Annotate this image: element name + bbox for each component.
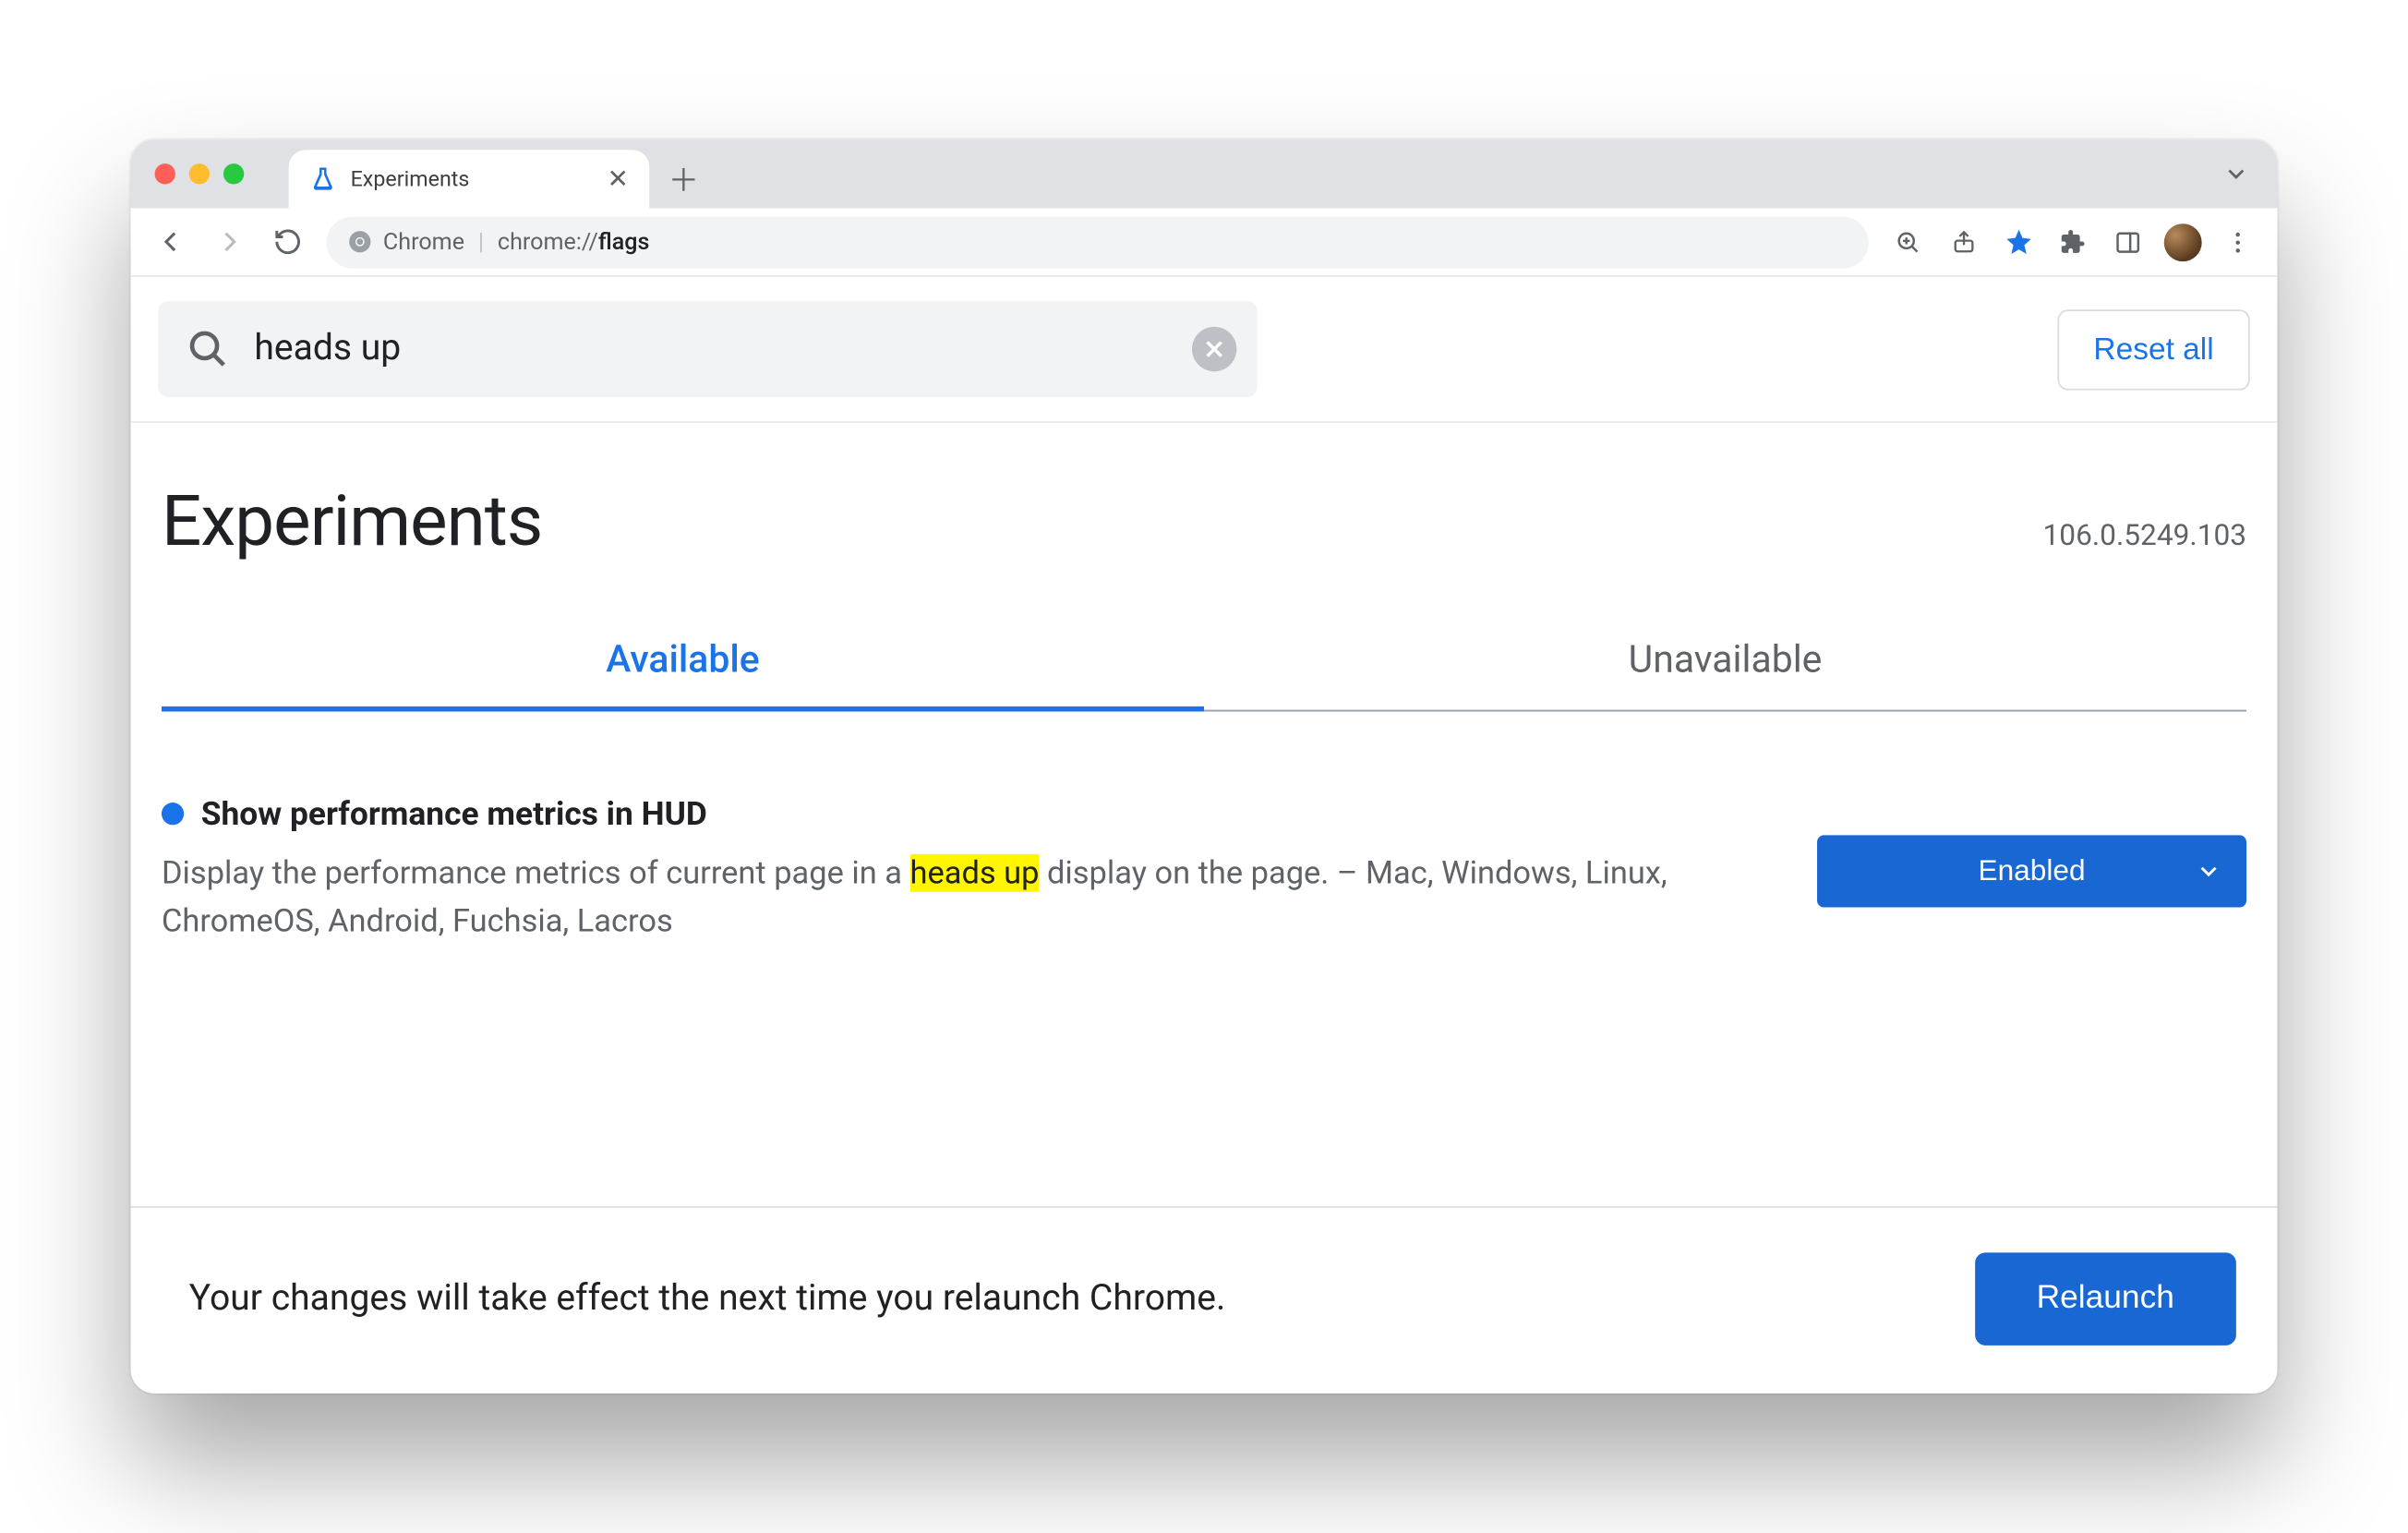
tab-close-icon[interactable]: ✕ — [604, 163, 632, 195]
tab-available[interactable]: Available — [162, 639, 1204, 711]
extensions-icon[interactable] — [2047, 216, 2099, 268]
page-title: Experiments — [162, 481, 542, 563]
flag-description: Display the performance metrics of curre… — [162, 851, 1749, 946]
search-row: Reset all — [131, 277, 2278, 423]
chevron-down-icon — [2195, 858, 2222, 886]
status-dot-icon — [162, 803, 184, 825]
flag-row: Show performance metrics in HUD Display … — [162, 794, 2246, 947]
flag-state-value: Enabled — [1978, 854, 2085, 888]
bookmark-star-icon[interactable] — [1993, 216, 2044, 268]
new-tab-button[interactable]: ＋ — [659, 155, 707, 203]
filter-tabs: Available Unavailable — [162, 639, 2246, 711]
chrome-version: 106.0.5249.103 — [2043, 519, 2246, 553]
url-scheme: chrome:// — [498, 228, 598, 256]
side-panel-icon[interactable] — [2102, 216, 2154, 268]
url-origin-label: Chrome — [383, 228, 464, 256]
nav-reload-button[interactable] — [261, 216, 313, 268]
flag-desc-highlight: heads up — [910, 854, 1040, 892]
relaunch-button[interactable]: Relaunch — [1975, 1252, 2236, 1345]
window-close-icon[interactable] — [155, 163, 175, 184]
profile-avatar[interactable] — [2157, 216, 2209, 268]
url-path: flags — [598, 228, 650, 256]
flag-title: Show performance metrics in HUD — [201, 794, 707, 834]
clear-search-icon[interactable] — [1192, 327, 1236, 371]
share-icon[interactable] — [1937, 216, 1989, 268]
flask-icon — [309, 165, 337, 193]
kebab-menu-icon[interactable] — [2212, 216, 2264, 268]
flag-state-select[interactable]: Enabled — [1817, 835, 2246, 907]
reset-all-button[interactable]: Reset all — [2057, 308, 2249, 389]
chrome-logo-icon — [347, 229, 373, 255]
tab-title: Experiments — [351, 166, 590, 192]
browser-tab[interactable]: Experiments ✕ — [289, 150, 650, 208]
browser-toolbar: Chrome | chrome://flags — [131, 209, 2278, 277]
tab-list-chevron-icon[interactable] — [2222, 160, 2250, 187]
flags-page: Reset all Experiments 106.0.5249.103 Ava… — [131, 277, 2278, 1394]
relaunch-message: Your changes will take effect the next t… — [189, 1278, 1941, 1320]
zoom-icon[interactable] — [1883, 216, 1934, 268]
nav-forward-button[interactable] — [203, 216, 255, 268]
search-input[interactable] — [251, 327, 1172, 371]
url-separator: | — [478, 228, 484, 256]
window-zoom-icon[interactable] — [223, 163, 244, 184]
window-controls — [155, 163, 245, 184]
relaunch-bar: Your changes will take effect the next t… — [131, 1206, 2278, 1394]
search-icon — [186, 327, 230, 371]
tab-unavailable[interactable]: Unavailable — [1204, 639, 2246, 711]
window-minimize-icon[interactable] — [189, 163, 210, 184]
flag-desc-pre: Display the performance metrics of curre… — [162, 854, 910, 892]
address-bar[interactable]: Chrome | chrome://flags — [327, 216, 1869, 268]
browser-window: Experiments ✕ ＋ — [131, 139, 2278, 1394]
search-input-wrap[interactable] — [158, 301, 1257, 397]
titlebar: Experiments ✕ ＋ — [131, 139, 2278, 208]
nav-back-button[interactable] — [144, 216, 196, 268]
